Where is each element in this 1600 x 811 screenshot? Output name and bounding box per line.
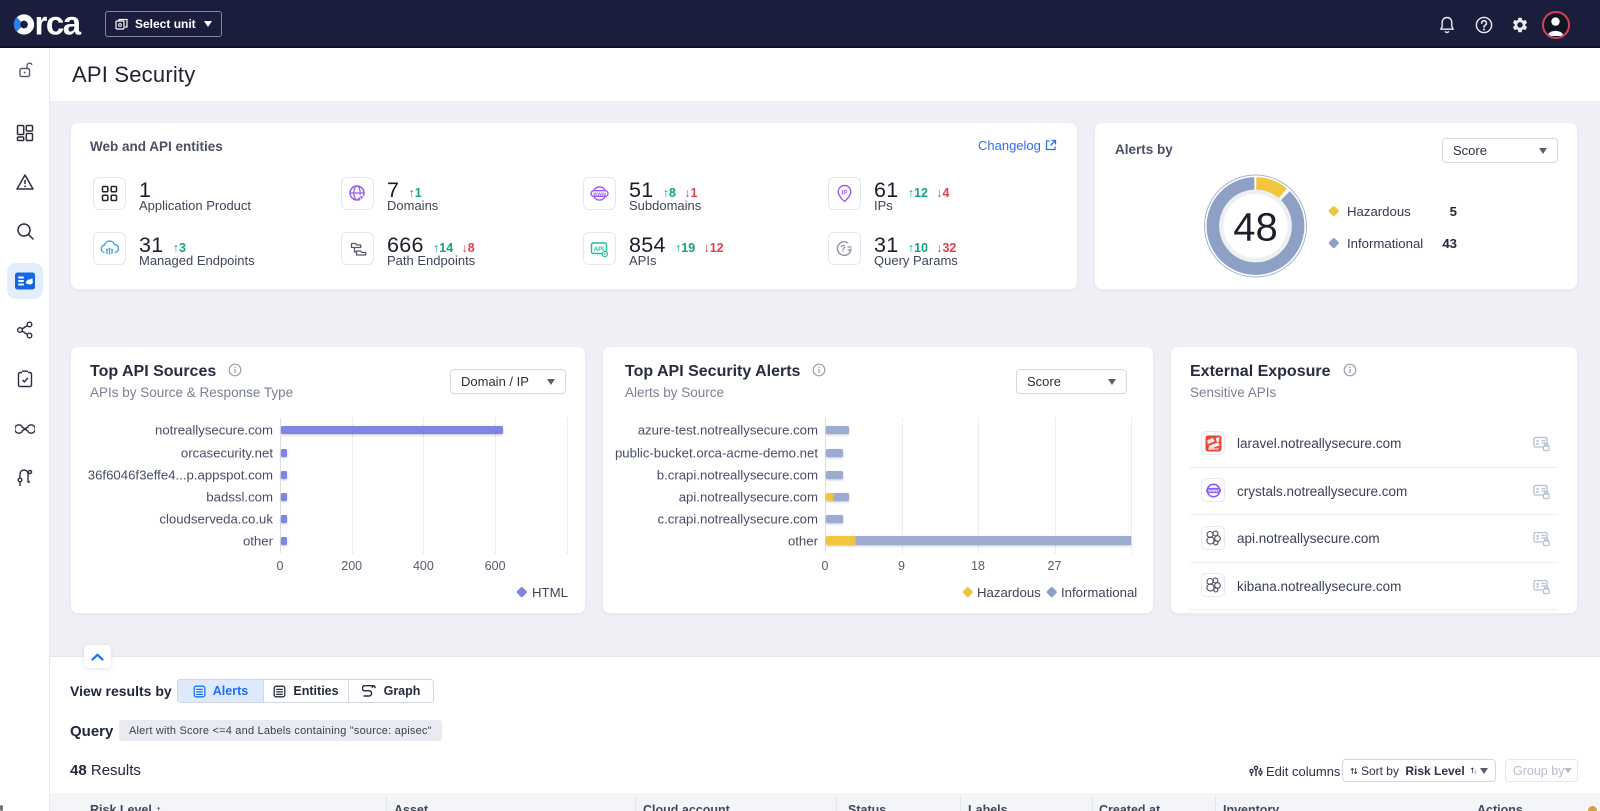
svg-text:WWW: WWW [1208, 489, 1219, 493]
svg-text:WWW: WWW [593, 192, 607, 197]
svg-text:rca: rca [35, 6, 82, 42]
svg-text:?: ? [840, 244, 846, 254]
svg-text:laravel: laravel [1208, 446, 1219, 450]
svg-text:IP: IP [842, 190, 848, 196]
svg-text:48: 48 [1233, 205, 1278, 249]
